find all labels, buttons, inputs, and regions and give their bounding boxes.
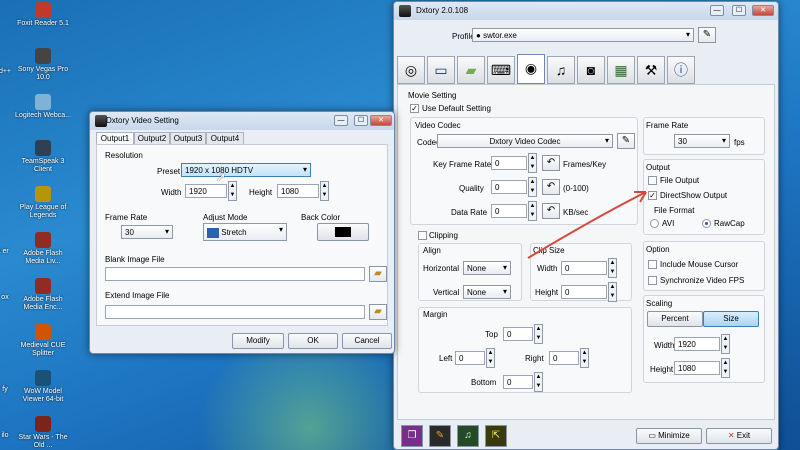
annotation-arrow-line [527,191,647,259]
annotation-arrow [527,191,647,259]
